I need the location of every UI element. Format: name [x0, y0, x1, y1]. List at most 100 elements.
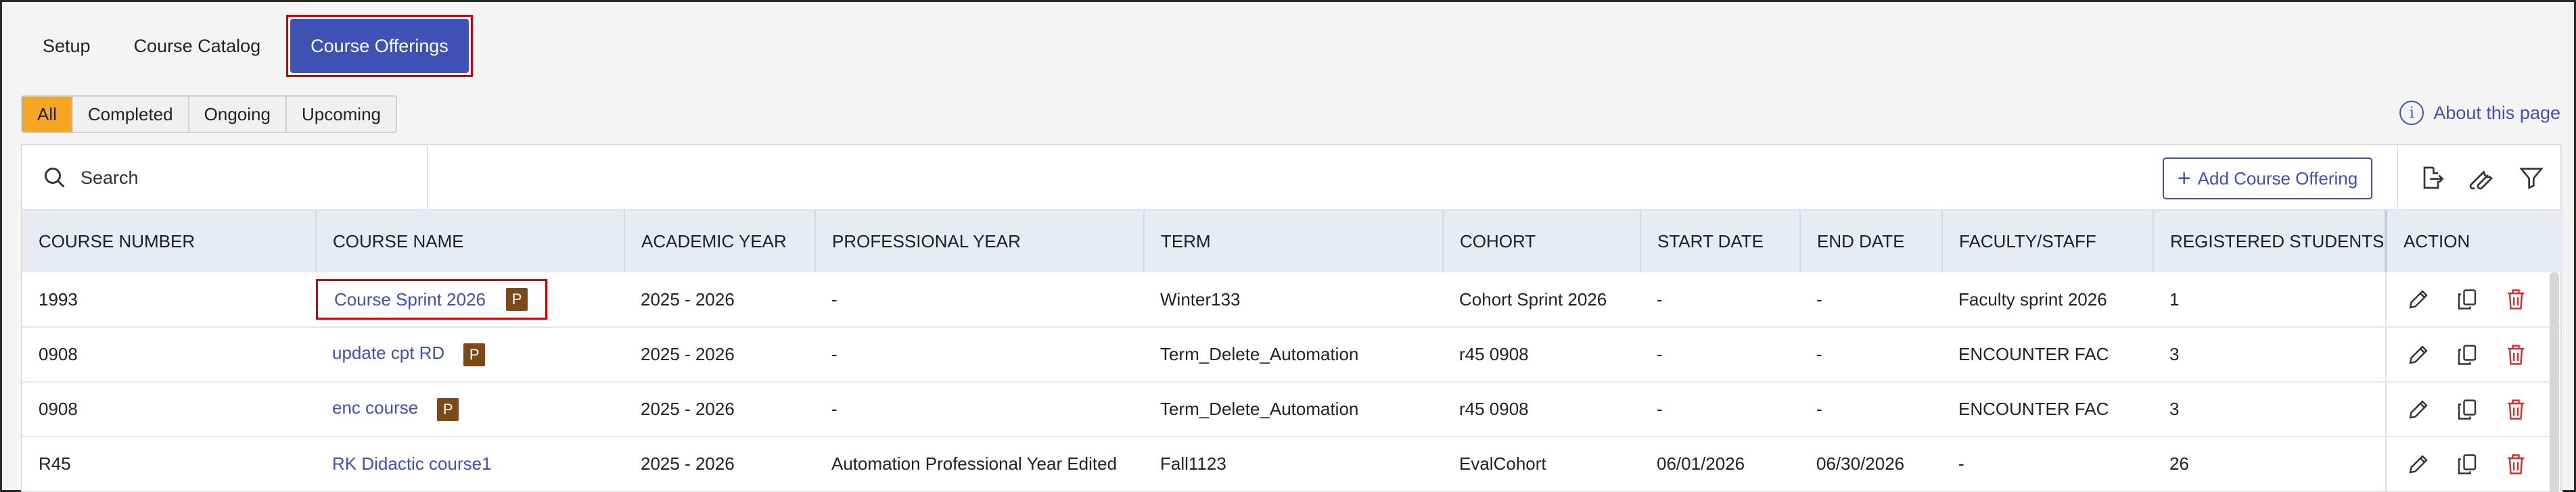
course-name-highlight-box: Course Sprint 2026 P [316, 279, 548, 320]
plus-icon: + [2177, 166, 2191, 191]
col-end-date[interactable]: END DATE [1800, 210, 1943, 272]
col-term[interactable]: TERM [1144, 210, 1444, 272]
filter-upcoming[interactable]: Upcoming [287, 97, 396, 132]
add-course-offering-label: Add Course Offering [2197, 168, 2358, 189]
edit-pencil-icon[interactable] [2406, 286, 2431, 313]
course-number-cell: R45 [22, 437, 316, 492]
col-academic-year[interactable]: ACADEMIC YEAR [624, 210, 816, 272]
cohort-cell: r45 0908 [1443, 327, 1640, 383]
col-course-number[interactable]: COURSE NUMBER [22, 210, 317, 272]
search-icon [45, 168, 65, 188]
cohort-cell: r45 0908 [1443, 382, 1640, 437]
edit-pencil-icon[interactable] [2406, 451, 2431, 478]
course-name-cell: enc course P [316, 382, 624, 437]
col-action: ACTION [2385, 210, 2563, 272]
edit-pencil-icon[interactable] [2406, 341, 2431, 368]
col-course-name[interactable]: COURSE NAME [316, 210, 625, 272]
course-offerings-table: COURSE NUMBER COURSE NAME ACADEMIC YEAR … [22, 210, 2563, 492]
action-cell [2385, 272, 2563, 328]
col-start-date[interactable]: START DATE [1640, 210, 1801, 272]
search-box [22, 145, 428, 210]
course-number-cell: 0908 [22, 327, 316, 383]
export-icon[interactable] [2417, 162, 2445, 194]
end-date-cell: - [1800, 272, 1942, 328]
table-header-row: COURSE NUMBER COURSE NAME ACADEMIC YEAR … [22, 210, 2563, 272]
add-course-offering-button[interactable]: + Add Course Offering [2163, 157, 2372, 199]
end-date-cell: - [1800, 382, 1942, 437]
p-badge: P [463, 343, 486, 366]
academic-year-cell: 2025 - 2026 [624, 272, 815, 328]
delete-trash-icon[interactable] [2503, 286, 2529, 313]
copy-icon[interactable] [2454, 341, 2480, 368]
course-name-link[interactable]: update cpt RD [332, 343, 444, 363]
start-date-cell: - [1640, 382, 1800, 437]
col-registered-students[interactable]: REGISTERED STUDENTS [2153, 210, 2387, 272]
registered-cell: 3 [2153, 327, 2386, 383]
table-row: 0908 update cpt RD P 2025 - 2026 - Term_D… [22, 327, 2563, 383]
registered-cell: 3 [2153, 382, 2386, 437]
action-cell [2385, 437, 2563, 492]
cohort-cell: EvalCohort [1443, 437, 1640, 492]
about-page-link[interactable]: i About this page [2399, 101, 2560, 125]
col-cohort[interactable]: COHORT [1443, 210, 1641, 272]
course-number-cell: 0908 [22, 382, 316, 437]
edit-pencil-icon[interactable] [2406, 396, 2431, 423]
course-name-link[interactable]: enc course [332, 397, 418, 418]
cohort-cell: Cohort Sprint 2026 [1443, 272, 1640, 328]
course-name-cell: update cpt RD P [316, 327, 624, 383]
copy-icon[interactable] [2454, 451, 2480, 478]
faculty-cell: ENCOUNTER FAC [1942, 327, 2153, 383]
professional-year-cell: - [815, 327, 1144, 383]
delete-trash-icon[interactable] [2503, 451, 2529, 478]
status-filter-group: All Completed Ongoing Upcoming [21, 95, 398, 133]
delete-trash-icon[interactable] [2503, 341, 2529, 368]
professional-year-cell: Automation Professional Year Edited [815, 437, 1144, 492]
tab-highlight-box: Course Offerings [286, 15, 473, 77]
copy-icon[interactable] [2454, 286, 2480, 313]
delete-trash-icon[interactable] [2503, 396, 2529, 423]
action-cell [2385, 382, 2563, 437]
filter-icon[interactable] [2517, 162, 2546, 194]
academic-year-cell: 2025 - 2026 [624, 437, 815, 492]
faculty-cell: ENCOUNTER FAC [1942, 382, 2153, 437]
offerings-table-card: + Add Course Offering [21, 144, 2563, 492]
app-frame: Setup Course Catalog Course Offerings Al… [0, 0, 2576, 492]
end-date-cell: 06/30/2026 [1800, 437, 1942, 492]
course-name-link[interactable]: Course Sprint 2026 [334, 289, 486, 310]
table-row: 0908 enc course P 2025 - 2026 - Term_Dele… [22, 382, 2563, 437]
start-date-cell: - [1640, 272, 1800, 328]
tab-course-catalog[interactable]: Course Catalog [112, 17, 283, 75]
vertical-scrollbar[interactable] [2550, 272, 2559, 492]
top-tabs: Setup Course Catalog Course Offerings [21, 15, 473, 77]
p-badge: P [437, 397, 459, 421]
academic-year-cell: 2025 - 2026 [624, 382, 815, 437]
start-date-cell: - [1640, 327, 1800, 383]
col-faculty-staff[interactable]: FACULTY/STAFF [1942, 210, 2154, 272]
course-name-cell: Course Sprint 2026 P [316, 272, 624, 328]
table-row: R45 RK Didactic course1 2025 - 2026 Auto… [22, 437, 2563, 492]
copy-icon[interactable] [2454, 396, 2480, 423]
toolbar-icons [2417, 162, 2546, 194]
professional-year-cell: - [815, 382, 1144, 437]
faculty-cell: Faculty sprint 2026 [1942, 272, 2153, 328]
end-date-cell: - [1800, 327, 1942, 383]
term-cell: Term_Delete_Automation [1144, 382, 1443, 437]
search-input[interactable] [80, 167, 419, 189]
start-date-cell: 06/01/2026 [1640, 437, 1800, 492]
term-cell: Winter133 [1144, 272, 1443, 328]
filter-completed[interactable]: Completed [73, 97, 189, 132]
toolbar-divider [2397, 145, 2398, 210]
wrench-icon[interactable] [2467, 162, 2496, 194]
course-name-link[interactable]: RK Didactic course1 [332, 453, 492, 474]
professional-year-cell: - [815, 272, 1144, 328]
filter-ongoing[interactable]: Ongoing [189, 97, 287, 132]
info-icon: i [2399, 101, 2424, 125]
term-cell: Term_Delete_Automation [1144, 327, 1443, 383]
about-page-label: About this page [2433, 102, 2560, 123]
col-professional-year[interactable]: PROFESSIONAL YEAR [815, 210, 1145, 272]
tab-course-offerings[interactable]: Course Offerings [290, 19, 469, 73]
filter-all[interactable]: All [22, 97, 73, 132]
p-badge: P [506, 288, 528, 311]
course-number-cell: 1993 [22, 272, 316, 328]
tab-setup[interactable]: Setup [21, 17, 112, 75]
